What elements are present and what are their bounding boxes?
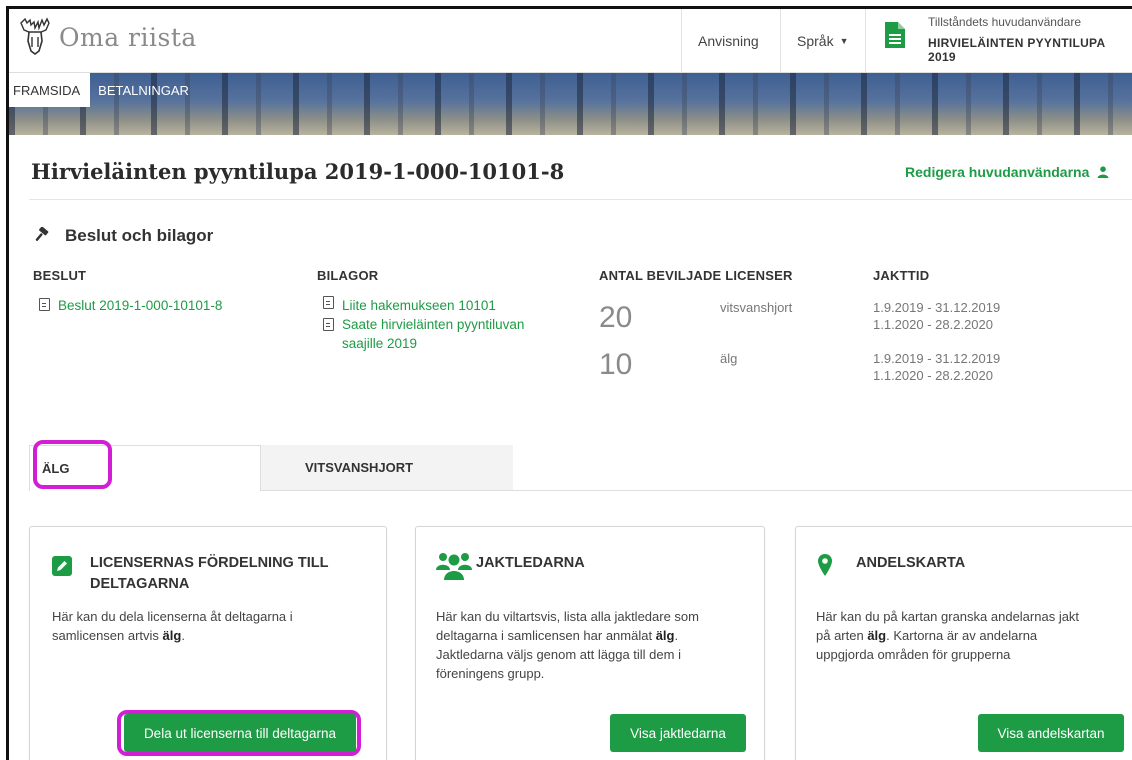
nav-betalningar[interactable]: BETALNINGAR bbox=[90, 73, 197, 107]
bilaga-label: Saate hirvieläinten pyyntiluvan saajille… bbox=[342, 317, 525, 351]
edit-main-users-link[interactable]: Redigera huvudanvändarna bbox=[905, 164, 1109, 180]
card-jaktledarna: JAKTLEDARNA Här kan du viltartsvis, list… bbox=[415, 526, 765, 760]
card-body-line: föreningens grupp. bbox=[436, 666, 545, 681]
body-text: . bbox=[181, 628, 185, 643]
tab-vitsvanshjort[interactable]: VITSVANSHJORT bbox=[261, 445, 513, 490]
users-icon bbox=[436, 553, 472, 580]
pencil-icon bbox=[52, 556, 72, 576]
user-icon bbox=[1097, 166, 1109, 178]
col-licenser: ANTAL BEVILJADE LICENSER bbox=[599, 268, 793, 283]
card-body-line: Här kan du på kartan granska andelarnas … bbox=[816, 609, 1080, 624]
bilaga-link[interactable]: Saate hirvieläinten pyyntiluvan saajille… bbox=[323, 315, 563, 353]
distribute-licenses-button[interactable]: Dela ut licenserna till deltagarna bbox=[124, 714, 356, 752]
period-line: 1.1.2020 - 28.2.2020 bbox=[873, 368, 993, 383]
card-body-line: samlicensen artvis älg. bbox=[52, 626, 293, 645]
edit-main-users-label: Redigera huvudanvändarna bbox=[905, 164, 1090, 180]
body-text: på arten bbox=[816, 628, 868, 643]
period-line: 1.9.2019 - 31.12.2019 bbox=[873, 351, 1001, 366]
language-dropdown[interactable]: Språk ▼ bbox=[780, 9, 865, 73]
page-title: Hirvieläinten pyyntilupa 2019-1-000-1010… bbox=[31, 159, 565, 184]
app-frame: Oma riista Anvisning Språk ▼ Tillståndet… bbox=[6, 6, 1132, 760]
show-jaktledare-button[interactable]: Visa jaktledarna bbox=[610, 714, 746, 752]
beslut-pdf-link[interactable]: Beslut 2019-1-000-10101-8 bbox=[39, 296, 222, 315]
decisions-heading: Beslut och bilagor bbox=[33, 226, 213, 246]
tab-vitsvanshjort-label: VITSVANSHJORT bbox=[305, 460, 414, 475]
card-title: LICENSERNAS FÖRDELNING TILL DELTAGARNA bbox=[90, 553, 328, 595]
nav-framsida[interactable]: FRAMSIDA bbox=[9, 73, 91, 107]
license-period: 1.9.2019 - 31.12.2019 1.1.2020 - 28.2.20… bbox=[873, 299, 1000, 333]
col-beslut: BESLUT bbox=[33, 268, 87, 283]
license-amount: 20 bbox=[599, 301, 633, 334]
anvisning-label: Anvisning bbox=[698, 33, 759, 49]
divider bbox=[29, 199, 1132, 200]
card-body-line: Här kan du viltartsvis, lista alla jaktl… bbox=[436, 609, 699, 624]
card-body: Här kan du viltartsvis, lista alla jaktl… bbox=[436, 607, 699, 683]
beslut-link-label: Beslut 2019-1-000-10101-8 bbox=[58, 298, 223, 313]
card-andelskarta: ANDELSKARTA Här kan du på kartan granska… bbox=[795, 526, 1132, 760]
decisions-heading-text: Beslut och bilagor bbox=[65, 226, 214, 245]
col-jakttid: JAKTTID bbox=[873, 268, 930, 283]
body-text: . Kartorna är av andelarna bbox=[886, 628, 1038, 643]
caret-down-icon: ▼ bbox=[839, 36, 849, 46]
license-amount: 10 bbox=[599, 348, 633, 381]
map-marker-icon bbox=[818, 554, 832, 576]
period-line: 1.9.2019 - 31.12.2019 bbox=[873, 300, 1001, 315]
user-name: HIRVIELÄINTEN PYYNTILUPA 2019 bbox=[928, 36, 1105, 64]
language-label: Språk bbox=[797, 33, 834, 49]
body-bold: älg bbox=[867, 628, 887, 643]
card-title-line: DELTAGARNA bbox=[90, 576, 190, 592]
card-body: Här kan du på kartan granska andelarnas … bbox=[816, 607, 1079, 664]
pdf-icon bbox=[323, 296, 334, 309]
license-species: vitsvanshjort bbox=[720, 300, 793, 315]
card-body-line: uppgjorda områden för grupperna bbox=[816, 647, 1011, 662]
top-header: Oma riista Anvisning Språk ▼ Tillståndet… bbox=[9, 9, 1132, 73]
pdf-icon bbox=[39, 298, 50, 311]
moose-logo-icon bbox=[20, 17, 50, 55]
bilagor-list: Liite hakemukseen 10101 Saate hirvieläin… bbox=[323, 296, 563, 353]
col-bilagor: BILAGOR bbox=[317, 268, 379, 283]
license-period: 1.9.2019 - 31.12.2019 1.1.2020 - 28.2.20… bbox=[873, 350, 1000, 384]
logo[interactable]: Oma riista bbox=[15, 17, 197, 57]
body-text: deltagarna i samlicensen har anmälat bbox=[436, 628, 656, 643]
pdf-icon bbox=[323, 318, 334, 331]
main-nav: FRAMSIDA BETALNINGAR bbox=[9, 73, 197, 107]
card-body-line: Här kan du dela licenserna åt deltagarna… bbox=[52, 609, 293, 624]
card-body-line: på arten älg. Kartorna är av andelarna bbox=[816, 626, 1079, 645]
card-body-line: deltagarna i samlicensen har anmälat älg… bbox=[436, 626, 699, 645]
gavel-icon bbox=[35, 227, 49, 241]
user-role: Tillståndets huvudanvändare bbox=[928, 15, 1081, 29]
highlight-box bbox=[33, 440, 112, 489]
document-icon bbox=[885, 22, 905, 48]
period-line: 1.1.2020 - 28.2.2020 bbox=[873, 317, 993, 332]
card-title: ANDELSKARTA bbox=[856, 555, 966, 571]
show-andelskarta-button[interactable]: Visa andelskartan bbox=[978, 714, 1124, 752]
anvisning-link[interactable]: Anvisning bbox=[681, 9, 780, 73]
body-text: . bbox=[674, 628, 679, 643]
body-text: samlicensen artvis bbox=[52, 628, 163, 643]
bilaga-link[interactable]: Liite hakemukseen 10101 bbox=[323, 296, 563, 315]
card-title: JAKTLEDARNA bbox=[476, 555, 585, 571]
logo-text: Oma riista bbox=[59, 22, 197, 52]
card-title-line: LICENSERNAS FÖRDELNING TILL bbox=[90, 555, 329, 571]
license-species: älg bbox=[720, 351, 738, 366]
body-bold: älg bbox=[655, 628, 675, 643]
forest-banner: FRAMSIDA BETALNINGAR bbox=[9, 73, 1132, 135]
card-body: Här kan du dela licenserna åt deltagarna… bbox=[52, 607, 293, 645]
card-body-line: Jaktledarna väljs genom att lägga till d… bbox=[436, 647, 681, 662]
permit-user-menu[interactable]: Tillståndets huvudanvändare HIRVIELÄINTE… bbox=[865, 9, 1132, 73]
body-bold: älg bbox=[162, 628, 182, 643]
card-license-distribution: LICENSERNAS FÖRDELNING TILL DELTAGARNA H… bbox=[29, 526, 387, 760]
bilaga-label: Liite hakemukseen 10101 bbox=[342, 298, 496, 313]
